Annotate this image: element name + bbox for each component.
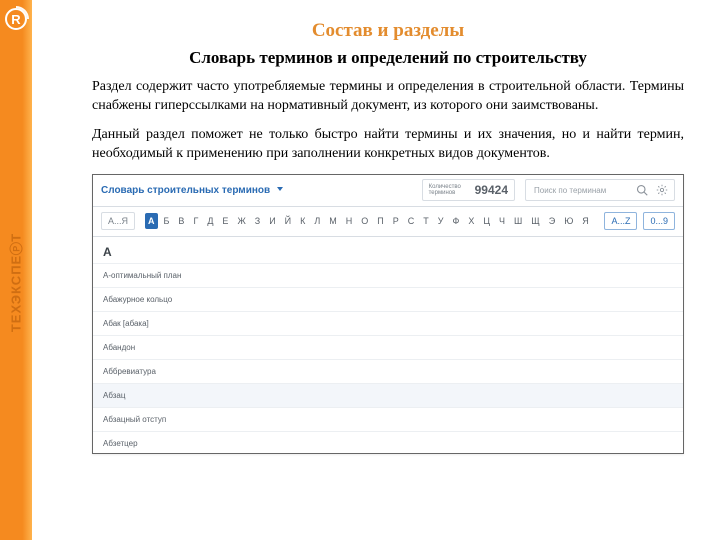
term-row[interactable]: А-оптимальный план — [93, 263, 683, 287]
brand-vertical-text: ТЕХЭКСПЕРТ — [9, 233, 24, 332]
intro-paragraph-1: Раздел содержит часто употребляемые терм… — [92, 78, 684, 116]
registered-badge-icon: R — [2, 5, 30, 33]
alpha-letter[interactable]: Э — [546, 213, 558, 229]
search-input[interactable]: Поиск по терминам — [525, 179, 675, 201]
term-count-label: Количество терминов — [429, 184, 469, 197]
alpha-letter[interactable]: Ч — [496, 213, 508, 229]
alpha-letter[interactable]: Е — [219, 213, 231, 229]
heading-title: Словарь терминов и определений по строит… — [92, 48, 684, 68]
search-placeholder: Поиск по терминам — [534, 186, 630, 195]
term-row[interactable]: Аббревиатура — [93, 359, 683, 383]
alpha-letters: А Б В Г Д Е Ж З И Й К Л М Н О П Р С Т У — [145, 213, 592, 229]
term-list: А-оптимальный план Абажурное кольцо Абак… — [93, 263, 683, 454]
svg-text:R: R — [11, 12, 21, 27]
alpha-letter[interactable]: В — [175, 213, 187, 229]
alpha-letter[interactable]: Ш — [511, 213, 525, 229]
term-count: Количество терминов 99424 — [422, 179, 515, 201]
alpha-letter[interactable]: И — [266, 213, 278, 229]
app-topbar: Словарь строительных терминов Количество… — [93, 175, 683, 207]
chevron-down-icon — [277, 187, 283, 191]
brand-text-r: Р — [10, 242, 23, 255]
alpha-letter[interactable]: Х — [465, 213, 477, 229]
alpha-letter[interactable]: М — [326, 213, 340, 229]
alpha-letter[interactable]: У — [435, 213, 447, 229]
alpha-letter[interactable]: П — [374, 213, 386, 229]
alpha-letter[interactable]: Н — [343, 213, 356, 229]
alpha-letter[interactable]: Б — [161, 213, 173, 229]
alpha-ranges: A...Z 0...9 — [604, 212, 675, 230]
alpha-letter[interactable]: Г — [190, 213, 201, 229]
search-icon[interactable] — [634, 182, 650, 198]
alpha-letter[interactable]: Ю — [561, 213, 576, 229]
alpha-letter[interactable]: Т — [420, 213, 432, 229]
brand-text-prefix: ТЕХЭКСПЕ — [9, 255, 24, 332]
term-row[interactable]: Абзацный отступ — [93, 407, 683, 431]
app-screenshot: Словарь строительных терминов Количество… — [92, 174, 684, 454]
alpha-letter[interactable]: З — [252, 213, 263, 229]
term-row[interactable]: Абзетцер — [93, 431, 683, 454]
intro-paragraph-2: Данный раздел поможет не только быстро н… — [92, 126, 684, 164]
alpha-letter[interactable]: Ф — [450, 213, 463, 229]
settings-icon[interactable] — [654, 182, 670, 198]
term-row[interactable]: Абандон — [93, 335, 683, 359]
alpha-letter[interactable]: К — [297, 213, 308, 229]
page-content: Состав и разделы Словарь терминов и опре… — [32, 0, 720, 540]
brand-rail: R ТЕХЭКСПЕРТ — [0, 0, 32, 540]
alpha-letter[interactable]: О — [358, 213, 371, 229]
heading-section: Состав и разделы — [92, 20, 684, 42]
alpha-mode-all[interactable]: А...Я — [101, 212, 135, 230]
alpha-letter[interactable]: Ц — [480, 213, 493, 229]
alpha-letter[interactable]: Р — [390, 213, 402, 229]
term-count-value: 99424 — [475, 183, 508, 197]
app-title-label: Словарь строительных терминов — [101, 185, 270, 196]
alpha-letter[interactable]: С — [405, 213, 418, 229]
app-title-dropdown[interactable]: Словарь строительных терминов — [101, 185, 283, 196]
term-row[interactable]: Абзац — [93, 383, 683, 407]
alphabet-filter: А...Я А Б В Г Д Е Ж З И Й К Л М Н О П Р … — [93, 207, 683, 237]
alpha-letter[interactable]: Я — [579, 213, 592, 229]
alpha-range-az[interactable]: A...Z — [604, 212, 637, 230]
alpha-letter[interactable]: А — [145, 213, 158, 229]
alpha-range-09[interactable]: 0...9 — [643, 212, 675, 230]
alpha-letter[interactable]: Д — [204, 213, 216, 229]
alpha-letter[interactable]: Й — [282, 213, 294, 229]
term-row[interactable]: Абак [абака] — [93, 311, 683, 335]
section-letter-heading: А — [93, 237, 683, 263]
alpha-letter[interactable]: Щ — [528, 213, 542, 229]
brand-text-suffix: Т — [9, 233, 24, 242]
term-row[interactable]: Абажурное кольцо — [93, 287, 683, 311]
alpha-letter[interactable]: Ж — [234, 213, 248, 229]
alpha-letter[interactable]: Л — [311, 213, 323, 229]
